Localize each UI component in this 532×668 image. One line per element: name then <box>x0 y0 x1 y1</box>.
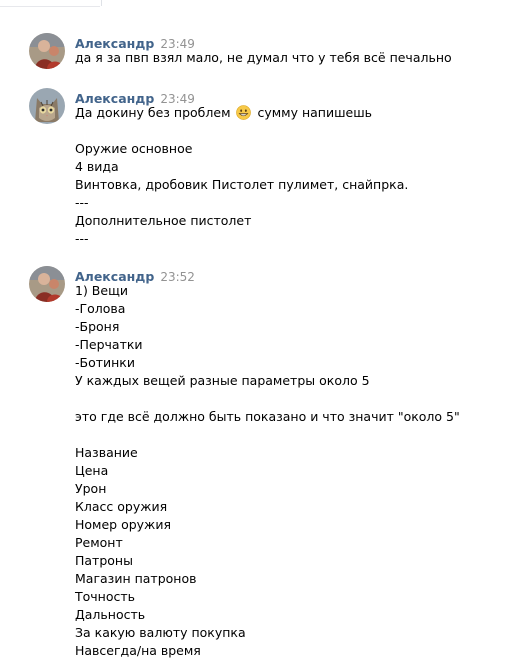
message-line: -Перчатки <box>75 337 143 352</box>
message-text: 1) Вещи -Голова -Броня -Перчатки -Ботинк… <box>75 282 515 660</box>
message-line-with-emoji: Да докину без проблем сумму напишешь <box>75 104 515 122</box>
message-line: --- <box>75 195 89 210</box>
user-photo-icon <box>29 266 65 302</box>
message-line: -Броня <box>75 319 120 334</box>
message-line: Оружие основное <box>75 141 193 156</box>
message-line: Магазин патронов <box>75 571 197 586</box>
message-line: Патроны <box>75 553 133 568</box>
avatar-photo[interactable] <box>29 33 65 69</box>
message-line: Урон <box>75 481 107 496</box>
message-line: За какую валюту покупка <box>75 625 246 640</box>
message-line: Винтовка, дробовик Пистолет пулимет, сна… <box>75 177 409 192</box>
message-header: Александр 23:52 <box>75 266 195 284</box>
message-line: Дальность <box>75 607 146 622</box>
message-text: да я за пвп взял мало, не думал что у те… <box>75 49 515 67</box>
message-line <box>75 390 515 408</box>
message-line: Точность <box>75 589 136 604</box>
grinning-face-emoji <box>236 105 252 120</box>
message-line: Номер оружия <box>75 517 171 532</box>
user-photo-icon <box>29 33 65 69</box>
avatar-cat[interactable] <box>29 88 65 124</box>
message-line: Ремонт <box>75 535 123 550</box>
message-line: Название <box>75 445 138 460</box>
message-text: Да докину без проблем сумму напишешь Ору… <box>75 104 515 248</box>
message-line: Дополнительное пистолет <box>75 213 252 228</box>
message-line: -Голова <box>75 301 126 316</box>
message-line <box>75 122 515 140</box>
message-line: У каждых вещей разные параметры около 5 <box>75 373 370 388</box>
message-line: 4 вида <box>75 159 119 174</box>
message-line <box>75 426 515 444</box>
message-line: Цена <box>75 463 109 478</box>
message-text-after-emoji: сумму напишешь <box>257 105 373 120</box>
message-line: Навсегда/на время <box>75 643 201 658</box>
cat-avatar-icon <box>29 88 65 124</box>
message-line: -Ботинки <box>75 355 135 370</box>
message-header: Александр 23:49 <box>75 33 195 51</box>
message-line: да я за пвп взял мало, не думал что у те… <box>75 50 452 65</box>
message-line: 1) Вещи <box>75 283 128 298</box>
message-line: --- <box>75 231 89 246</box>
message-line: Класс оружия <box>75 499 168 514</box>
previous-message-divider <box>0 0 102 7</box>
message-line: это где всё должно быть показано и что з… <box>75 409 460 424</box>
message-header: Александр 23:49 <box>75 88 195 106</box>
avatar-photo[interactable] <box>29 266 65 302</box>
message-text-before-emoji: Да докину без проблем <box>75 105 231 120</box>
